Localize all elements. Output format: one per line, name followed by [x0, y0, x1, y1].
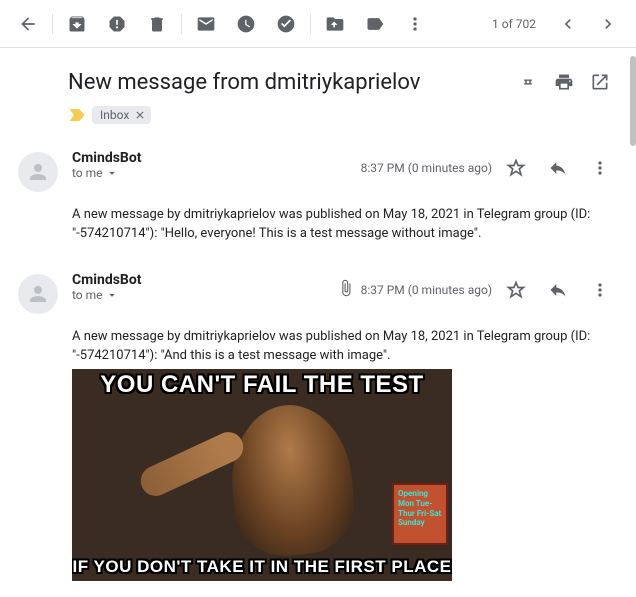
recipient-dropdown[interactable]: to me — [72, 288, 323, 302]
message-block: CmindsBot to me 8:37 PM (0 minutes ago) … — [0, 138, 636, 260]
snooze-button[interactable] — [226, 4, 266, 44]
open-new-window-button[interactable] — [582, 64, 618, 100]
older-button[interactable] — [588, 4, 628, 44]
inbox-label-chip[interactable]: Inbox — [92, 106, 151, 124]
message-time: 8:37 PM (0 minutes ago) — [361, 283, 492, 297]
chevron-down-icon — [105, 288, 119, 302]
reply-button[interactable] — [540, 272, 576, 308]
scrollbar-thumb[interactable] — [630, 56, 636, 146]
message-body: A new message by dmitriykaprielov was pu… — [72, 206, 618, 244]
message-body: A new message by dmitriykaprielov was pu… — [72, 328, 618, 366]
message-more-button[interactable] — [582, 272, 618, 308]
sender-name: CmindsBot — [72, 150, 347, 166]
separator — [181, 14, 182, 34]
chevron-down-icon — [105, 166, 119, 180]
star-button[interactable] — [498, 272, 534, 308]
move-to-button[interactable] — [315, 4, 355, 44]
labels-button[interactable] — [355, 4, 395, 44]
more-button[interactable] — [395, 4, 435, 44]
toolbar: 1 of 702 — [0, 0, 636, 48]
attached-image[interactable]: Opening Mon Tue-Thur Fri-Sat Sunday YOU … — [72, 369, 452, 581]
meme-top-text: YOU CAN'T FAIL THE TEST — [72, 371, 452, 399]
collapse-all-button[interactable] — [510, 64, 546, 100]
message-block: CmindsBot to me 8:37 PM (0 minutes ago) … — [0, 260, 636, 597]
meme-bottom-text: IF YOU DON'T TAKE IT IN THE FIRST PLACE — [72, 557, 452, 577]
subject-row: New message from dmitriykaprielov — [0, 48, 636, 100]
message-more-button[interactable] — [582, 150, 618, 186]
sender-name: CmindsBot — [72, 272, 323, 288]
inbox-label-text: Inbox — [100, 108, 129, 122]
back-button[interactable] — [8, 4, 48, 44]
add-to-tasks-button[interactable] — [266, 4, 306, 44]
attachment-icon — [337, 279, 355, 300]
subject-text: New message from dmitriykaprielov — [68, 70, 510, 95]
archive-button[interactable] — [57, 4, 97, 44]
report-spam-button[interactable] — [97, 4, 137, 44]
label-row: Inbox — [0, 100, 636, 138]
page-indicator: 1 of 702 — [480, 17, 548, 31]
message-time: 8:37 PM (0 minutes ago) — [361, 161, 492, 175]
newer-button[interactable] — [548, 4, 588, 44]
meme-sign-text: Opening Mon Tue-Thur Fri-Sat Sunday — [392, 483, 448, 545]
separator — [310, 14, 311, 34]
recipient-text: to me — [72, 166, 103, 180]
avatar — [18, 152, 58, 192]
delete-button[interactable] — [137, 4, 177, 44]
separator — [52, 14, 53, 34]
star-button[interactable] — [498, 150, 534, 186]
important-marker-icon[interactable] — [68, 108, 86, 122]
mark-unread-button[interactable] — [186, 4, 226, 44]
avatar — [18, 274, 58, 314]
remove-label-button[interactable] — [133, 108, 147, 122]
recipient-dropdown[interactable]: to me — [72, 166, 347, 180]
recipient-text: to me — [72, 288, 103, 302]
reply-button[interactable] — [540, 150, 576, 186]
print-button[interactable] — [546, 64, 582, 100]
